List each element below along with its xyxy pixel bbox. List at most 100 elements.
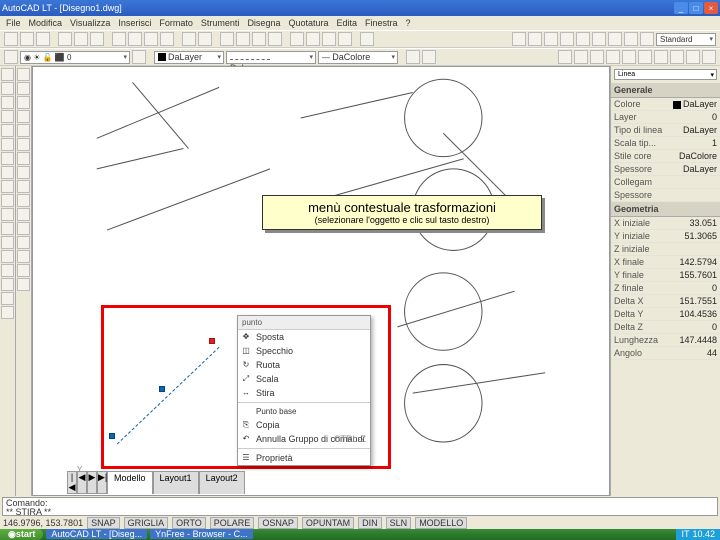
tool-icon[interactable]	[322, 32, 336, 46]
maximize-button[interactable]: □	[689, 2, 703, 14]
t3-icon[interactable]	[590, 50, 604, 64]
layer-combo[interactable]: ◉ ☀ 🔓 ⬛ 0	[20, 51, 130, 64]
extend-icon[interactable]	[17, 208, 30, 221]
ctx-ruota[interactable]: ↻Ruota	[238, 358, 370, 372]
explode-icon[interactable]	[17, 278, 30, 291]
menu-help[interactable]: ?	[406, 18, 411, 28]
zoomprev-icon[interactable]	[268, 32, 282, 46]
paste-icon[interactable]	[144, 32, 158, 46]
tab-first[interactable]: |◀	[67, 471, 77, 494]
hatch-icon[interactable]	[1, 250, 14, 263]
dc-icon[interactable]	[306, 32, 320, 46]
dim4-icon[interactable]	[560, 32, 574, 46]
tab-prev[interactable]: ◀	[77, 471, 87, 494]
join-icon[interactable]	[17, 236, 30, 249]
save-icon[interactable]	[36, 32, 50, 46]
osnap-toggle[interactable]: OSNAP	[258, 517, 298, 529]
ellipsearc-icon[interactable]	[1, 208, 14, 221]
chamfer-icon[interactable]	[17, 250, 30, 263]
scale-icon[interactable]	[17, 166, 30, 179]
dist-icon[interactable]	[406, 50, 420, 64]
t5-icon[interactable]	[622, 50, 636, 64]
fillet-icon[interactable]	[17, 264, 30, 277]
color-combo[interactable]: DaLayer	[154, 51, 224, 64]
ctx-puntobase[interactable]: Punto base	[238, 405, 370, 418]
dim5-icon[interactable]	[576, 32, 590, 46]
new-icon[interactable]	[4, 32, 18, 46]
lang-icon[interactable]: IT	[681, 529, 689, 539]
area-icon[interactable]	[422, 50, 436, 64]
t1-icon[interactable]	[558, 50, 572, 64]
ctx-stira[interactable]: ↔Stira	[238, 386, 370, 400]
poly-icon[interactable]	[1, 110, 14, 123]
lineweight-combo[interactable]: — DaColore	[318, 51, 398, 64]
tab-last[interactable]: ▶|	[97, 471, 107, 494]
revcloud-icon[interactable]	[1, 166, 14, 179]
publish-icon[interactable]	[90, 32, 104, 46]
menu-edita[interactable]: Edita	[337, 18, 358, 28]
sln-toggle[interactable]: SLN	[386, 517, 412, 529]
menu-modifica[interactable]: Modifica	[29, 18, 63, 28]
t4-icon[interactable]	[606, 50, 620, 64]
t8-icon[interactable]	[670, 50, 684, 64]
trim-icon[interactable]	[17, 194, 30, 207]
circle-icon[interactable]	[1, 152, 14, 165]
systray[interactable]: IT 10.42	[676, 529, 720, 540]
preview-icon[interactable]	[74, 32, 88, 46]
break-icon[interactable]	[17, 222, 30, 235]
task-browser[interactable]: YnFree - Browser - C...	[150, 529, 253, 539]
rotate-icon[interactable]	[17, 152, 30, 165]
offset-icon[interactable]	[17, 110, 30, 123]
menu-inserisci[interactable]: Inserisci	[118, 18, 151, 28]
copy-icon[interactable]	[128, 32, 142, 46]
redo-icon[interactable]	[198, 32, 212, 46]
zoom-icon[interactable]	[236, 32, 250, 46]
din-toggle[interactable]: DIN	[358, 517, 382, 529]
tab-layout1[interactable]: Layout1	[153, 471, 199, 494]
open-icon[interactable]	[20, 32, 34, 46]
command-line[interactable]: Comando: ** STIRA ** Specificare punto d…	[2, 497, 718, 516]
t7-icon[interactable]	[654, 50, 668, 64]
orto-toggle[interactable]: ORTO	[172, 517, 206, 529]
region-icon[interactable]	[1, 278, 14, 291]
otrack-toggle[interactable]: OPUNTAM	[302, 517, 354, 529]
snap-toggle[interactable]: SNAP	[87, 517, 120, 529]
cut-icon[interactable]	[112, 32, 126, 46]
dim8-icon[interactable]	[624, 32, 638, 46]
match-icon[interactable]	[160, 32, 174, 46]
ctx-annulla[interactable]: ↶Annulla Gruppo di comandiCTRL-Z	[238, 432, 370, 446]
rect-icon[interactable]	[1, 124, 14, 137]
menu-file[interactable]: File	[6, 18, 21, 28]
tool2-icon[interactable]	[338, 32, 352, 46]
tab-model[interactable]: Modello	[107, 471, 153, 494]
array-icon[interactable]	[17, 124, 30, 137]
dim9-icon[interactable]	[640, 32, 654, 46]
start-button[interactable]: ◉ start	[0, 529, 43, 540]
task-autocad[interactable]: AutoCAD LT - [Diseg...	[46, 529, 147, 539]
table-icon[interactable]	[1, 292, 14, 305]
t9-icon[interactable]	[686, 50, 700, 64]
arc-icon[interactable]	[1, 138, 14, 151]
tab-layout2[interactable]: Layout2	[199, 471, 245, 494]
dim6-icon[interactable]	[592, 32, 606, 46]
t10-icon[interactable]	[702, 50, 716, 64]
point-icon[interactable]	[1, 236, 14, 249]
linetype-combo[interactable]: DaLayer	[226, 51, 316, 64]
dim3-icon[interactable]	[544, 32, 558, 46]
grad-icon[interactable]	[1, 264, 14, 277]
ctx-specchio[interactable]: ◫Specchio	[238, 344, 370, 358]
layer-icon[interactable]	[4, 50, 18, 64]
undo-icon[interactable]	[182, 32, 196, 46]
ctx-copia[interactable]: ⎘Copia	[238, 418, 370, 432]
ctx-scala[interactable]: ⤢Scala	[238, 372, 370, 386]
menu-visualizza[interactable]: Visualizza	[70, 18, 110, 28]
polar-toggle[interactable]: POLARE	[210, 517, 255, 529]
spline-icon[interactable]	[1, 180, 14, 193]
close-button[interactable]: ×	[704, 2, 718, 14]
menu-formato[interactable]: Formato	[159, 18, 193, 28]
xline-icon[interactable]	[1, 82, 14, 95]
mirror-icon[interactable]	[17, 96, 30, 109]
block-icon[interactable]	[1, 222, 14, 235]
drawing-canvas[interactable]: Y└── X punto ✥Sposta ◫Specchio ↻Ruota ⤢S…	[32, 66, 610, 496]
menu-disegna[interactable]: Disegna	[247, 18, 280, 28]
